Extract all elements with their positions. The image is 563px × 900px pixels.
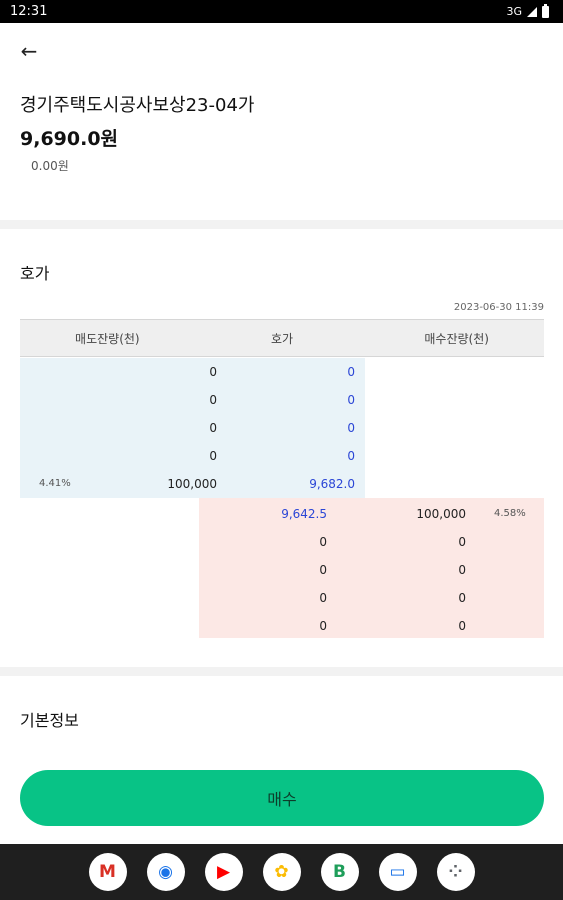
bmessage-icon[interactable]: B bbox=[320, 853, 359, 891]
app-dock: M ◉ ▶ ✿ B ▭ ⁘ bbox=[0, 844, 563, 900]
bid-ratio: 4.58% bbox=[494, 508, 526, 519]
bid-qty: 0 bbox=[458, 535, 466, 549]
orderbook-timestamp: 2023-06-30 11:39 bbox=[453, 302, 544, 313]
chrome-icon[interactable]: ◉ bbox=[146, 853, 185, 891]
gmail-icon[interactable]: M bbox=[88, 853, 127, 891]
basic-info-title: 기본정보 bbox=[20, 711, 79, 730]
ask-price[interactable]: 0 bbox=[217, 386, 355, 414]
status-bar: 12:31 3G bbox=[0, 0, 563, 23]
status-icons: 3G bbox=[506, 3, 549, 18]
ask-qty: 0 bbox=[209, 393, 217, 407]
stock-name: 경기주택도시공사보상23-04가 bbox=[20, 95, 255, 116]
bid-qty: 0 bbox=[458, 591, 466, 605]
ask-price[interactable]: 0 bbox=[217, 358, 355, 386]
ask-qty: 0 bbox=[209, 449, 217, 463]
bid-price[interactable]: 0 bbox=[199, 584, 327, 612]
buy-button[interactable]: 매수 bbox=[20, 770, 544, 826]
header-ask-qty: 매도잔량(천) bbox=[75, 331, 140, 346]
bid-qty: 0 bbox=[458, 619, 466, 633]
header-bid-qty: 매수잔량(천) bbox=[424, 331, 489, 346]
current-price: 9,690.0원 bbox=[20, 128, 119, 150]
price-change: 0.00원 bbox=[31, 159, 69, 173]
header-price: 호가 bbox=[270, 331, 294, 346]
ask-qty: 0 bbox=[209, 365, 217, 379]
section-divider bbox=[0, 667, 563, 676]
arrow-left-icon: ← bbox=[20, 39, 38, 63]
orderbook-title: 호가 bbox=[20, 264, 50, 283]
photos-icon[interactable]: ✿ bbox=[262, 853, 301, 891]
ask-price[interactable]: 9,682.0 bbox=[217, 470, 355, 498]
ask-qty: 0 bbox=[209, 421, 217, 435]
back-button[interactable]: ← bbox=[16, 38, 42, 64]
messages-icon[interactable]: ▭ bbox=[378, 853, 417, 891]
battery-icon bbox=[542, 3, 549, 18]
status-time: 12:31 bbox=[10, 4, 48, 19]
ask-qty: 100,000 bbox=[167, 477, 217, 491]
app-drawer-icon[interactable]: ⁘ bbox=[436, 853, 475, 891]
orderbook-header: 매도잔량(천) 호가 매수잔량(천) bbox=[20, 319, 544, 357]
youtube-icon[interactable]: ▶ bbox=[204, 853, 243, 891]
section-divider bbox=[0, 220, 563, 229]
bid-qty: 0 bbox=[458, 563, 466, 577]
ask-price[interactable]: 0 bbox=[217, 414, 355, 442]
ask-price[interactable]: 0 bbox=[217, 442, 355, 470]
bid-price[interactable]: 0 bbox=[199, 612, 327, 640]
bid-price[interactable]: 0 bbox=[199, 528, 327, 556]
bid-qty: 100,000 bbox=[416, 507, 466, 521]
bid-price[interactable]: 0 bbox=[199, 556, 327, 584]
signal-icon bbox=[527, 6, 537, 17]
bid-price[interactable]: 9,642.5 bbox=[199, 500, 327, 528]
network-label: 3G bbox=[506, 5, 522, 18]
